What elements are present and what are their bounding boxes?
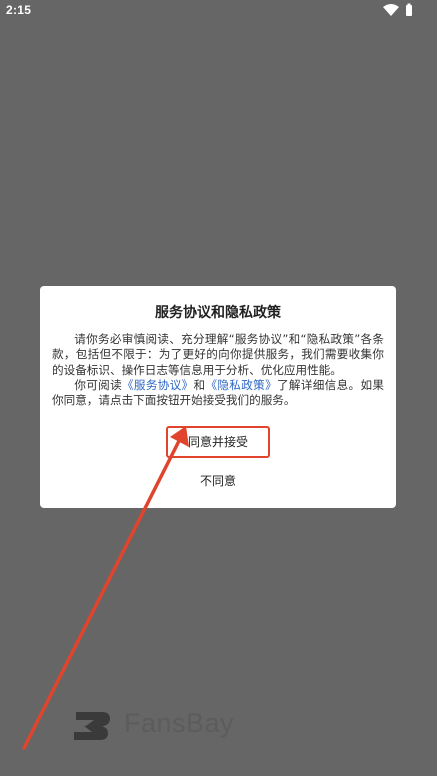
wifi-icon bbox=[383, 4, 399, 16]
brand-name: FansBay bbox=[124, 708, 235, 738]
paragraph-1-text: 请你务必审慎阅读、充分理解“服务协议”和“隐私政策”各条款，包括但不限于：为了更… bbox=[52, 332, 384, 377]
paragraph-2-and: 和 bbox=[193, 377, 206, 392]
paragraph-2-prefix: 你可阅读 bbox=[74, 377, 123, 392]
service-agreement-link[interactable]: 《服务协议》 bbox=[122, 378, 194, 392]
status-time: 2:15 bbox=[6, 3, 32, 17]
dialog-body: 请你务必审慎阅读、充分理解“服务协议”和“隐私政策”各条款，包括但不限于：为了更… bbox=[52, 332, 384, 408]
privacy-policy-link[interactable]: 《隐私政策》 bbox=[205, 378, 277, 392]
status-bar: 2:15 bbox=[0, 0, 437, 22]
dialog-title: 服务协议和隐私政策 bbox=[155, 305, 281, 321]
decline-button[interactable]: 不同意 bbox=[166, 468, 270, 494]
privacy-dialog: 服务协议和隐私政策 请你务必审慎阅读、充分理解“服务协议”和“隐私政策”各条款，… bbox=[40, 286, 396, 508]
accept-button[interactable]: 同意并接受 bbox=[166, 426, 270, 458]
dialog-paragraph-1: 请你务必审慎阅读、充分理解“服务协议”和“隐私政策”各条款，包括但不限于：为了更… bbox=[52, 332, 384, 378]
status-icons bbox=[383, 3, 412, 16]
battery-icon bbox=[406, 3, 412, 16]
dialog-paragraph-2: 你可阅读《服务协议》和《隐私政策》了解详细信息。如果你同意，请点击下面按钮开始接… bbox=[52, 378, 384, 409]
brand: FansBay bbox=[72, 706, 242, 742]
fansbay-logo-icon bbox=[74, 712, 110, 740]
